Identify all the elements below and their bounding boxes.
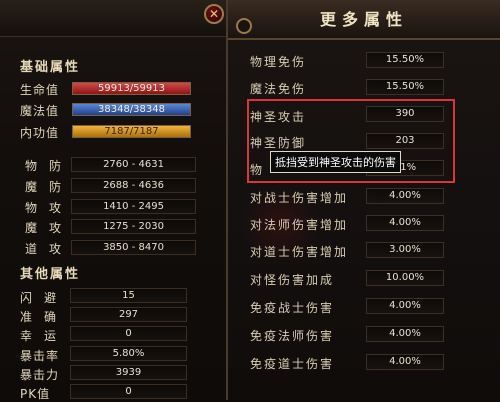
stat-value-physical-defense: 2760 - 4631 <box>71 157 196 172</box>
stat-label-magic-attack: 魔攻 <box>25 221 74 235</box>
row-label-damage-vs-monster: 对怪伤害加成 <box>250 273 335 287</box>
row-value-immune-mage: 4.00% <box>366 326 444 342</box>
hp-label: 生命值 <box>20 83 60 97</box>
mp-label: 魔法值 <box>20 104 60 118</box>
ip-bar: 7187/7187 <box>72 125 191 138</box>
row-label-damage-vs-warrior: 对战士伤害增加 <box>250 191 349 205</box>
row-value-immune-warrior: 4.00% <box>366 298 444 314</box>
row-label-physical-immunity: 物理免伤 <box>250 55 307 69</box>
stat-label-magic-defense: 魔防 <box>25 180 74 194</box>
left-top-band <box>0 0 226 37</box>
row-value-magic-immunity: 15.50% <box>366 79 444 95</box>
stat-value-magic-defense: 2688 - 4636 <box>71 178 196 193</box>
row-value-damage-vs-mage: 4.00% <box>366 215 444 231</box>
row-value-immune-taoist: 4.00% <box>366 354 444 370</box>
other-attributes-title: 其他属性 <box>20 267 81 282</box>
stat-label-physical-attack: 物攻 <box>25 201 74 215</box>
more-attributes-title: 更多属性 <box>319 10 408 29</box>
other-value-pk: 0 <box>70 384 187 399</box>
stat-label-taoist-attack: 道攻 <box>25 242 74 256</box>
other-value-crit-rate: 5.80% <box>70 346 187 361</box>
row-label-damage-vs-mage: 对法师伤害增加 <box>250 218 349 232</box>
other-value-crit-power: 3939 <box>70 365 187 380</box>
mp-bar: 38348/38348 <box>72 103 191 116</box>
other-label-luck: 幸运 <box>20 329 69 343</box>
other-label-pk: PK值 <box>20 387 51 401</box>
other-label-accuracy: 准确 <box>20 310 69 324</box>
row-label-immune-mage: 免疫法师伤害 <box>250 329 335 343</box>
basic-attributes-title: 基础属性 <box>20 60 81 75</box>
other-label-crit-rate: 暴击率 <box>20 349 60 363</box>
stat-label-physical-defense: 物防 <box>25 159 74 173</box>
other-value-dodge: 15 <box>70 288 187 303</box>
row-value-damage-vs-warrior: 4.00% <box>366 188 444 204</box>
ip-label: 内功值 <box>20 126 60 140</box>
row-value-damage-vs-taoist: 3.00% <box>366 242 444 258</box>
other-value-luck: 0 <box>70 326 187 341</box>
stat-value-physical-attack: 1410 - 2495 <box>71 199 196 214</box>
holy-defense-tooltip: 抵挡受到神圣攻击的伤害 <box>270 151 401 173</box>
row-label-immune-taoist: 免疫道士伤害 <box>250 357 335 371</box>
more-attributes-header: 更多属性 <box>228 0 500 40</box>
row-label-magic-immunity: 魔法免伤 <box>250 82 307 96</box>
stat-value-taoist-attack: 3850 - 8470 <box>71 240 196 255</box>
other-label-dodge: 闪避 <box>20 291 69 305</box>
row-value-damage-vs-monster: 10.00% <box>366 270 444 286</box>
row-label-damage-vs-taoist: 对道士伤害增加 <box>250 245 349 259</box>
other-label-crit-power: 暴击力 <box>20 368 60 382</box>
hp-bar: 59913/59913 <box>72 82 191 95</box>
close-button[interactable]: ✕ <box>204 4 224 24</box>
row-value-physical-immunity: 15.50% <box>366 52 444 68</box>
stat-value-magic-attack: 1275 - 2030 <box>71 219 196 234</box>
other-value-accuracy: 297 <box>70 307 187 322</box>
row-label-immune-warrior: 免疫战士伤害 <box>250 301 335 315</box>
